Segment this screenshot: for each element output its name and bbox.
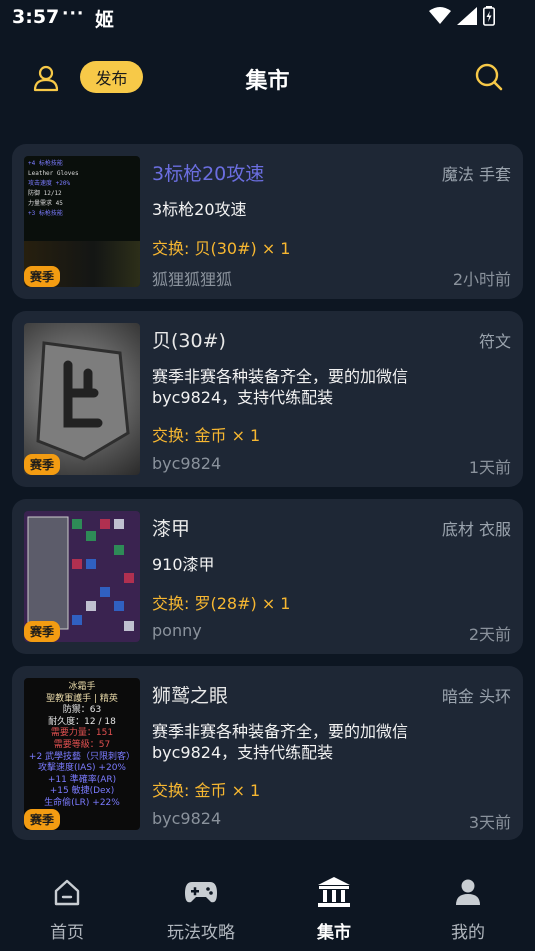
season-badge: 赛季	[24, 621, 61, 642]
rune-thumbnail	[24, 323, 140, 475]
listing-description: 3标枪20攻速	[152, 200, 247, 219]
tab-label: 首页	[50, 923, 84, 943]
listing-card[interactable]: +4 标枪技能 Leather Gloves 攻击速度 +20% 防御 12/1…	[12, 144, 523, 299]
listing-title: 漆甲	[152, 518, 191, 540]
bottom-tab-bar: 首页 玩法攻略 集市 我的	[0, 860, 535, 951]
thumb-line: 防禦：63	[62, 705, 102, 716]
gamepad-icon	[185, 882, 217, 903]
listing-time: 1天前	[468, 458, 511, 477]
home-icon	[54, 879, 80, 906]
listing-description: 910漆甲	[152, 555, 215, 574]
battery-icon	[483, 6, 495, 26]
tab-label: 我的	[451, 923, 485, 943]
listing-seller: byc9824	[152, 454, 222, 473]
listing-exchange: 交换: 贝(30#) × 1	[152, 239, 291, 258]
listing-category: 底材 衣服	[441, 520, 511, 539]
status-bar: 3:57 ··· 姬	[0, 0, 535, 36]
listing-exchange: 交换: 金币 × 1	[152, 781, 261, 800]
listing-description: 赛季非赛各种装备齐全，要的加微信byc9824，支持代练配装	[152, 722, 409, 762]
season-badge: 赛季	[24, 454, 61, 475]
listing-title: 3标枪20攻速	[152, 163, 265, 185]
thumb-line: +4 标枪技能	[28, 160, 63, 167]
thumb-line: 需要等級：57	[53, 739, 111, 750]
page-title: 集市	[245, 69, 290, 94]
tab-profile[interactable]: 我的	[413, 876, 523, 943]
status-time: 3:57	[12, 6, 60, 28]
wifi-icon	[429, 7, 451, 24]
thumb-line: 聖教軍護手 | 精英	[46, 693, 118, 704]
listing-category: 符文	[478, 332, 511, 351]
tab-home[interactable]: 首页	[12, 876, 122, 943]
thumb-line: 生命偷(LR) +22%	[44, 797, 120, 808]
listing-description: 赛季非赛各种装备齐全，要的加微信byc9824，支持代练配装	[152, 367, 409, 407]
thumb-line: 攻击速度 +20%	[28, 180, 71, 187]
season-badge: 赛季	[24, 266, 61, 287]
thumb-line: 冰霜手	[68, 682, 96, 692]
tab-market[interactable]: 集市	[279, 876, 389, 943]
thumb-line: +2 武學技藝（只限刺客）	[28, 751, 136, 762]
tab-guides[interactable]: 玩法攻略	[146, 876, 256, 943]
thumb-line: 力量需求 45	[28, 200, 63, 207]
listing-card[interactable]: 赛季 漆甲 底材 衣服 910漆甲 交换: 罗(28#) × 1 ponny 2…	[12, 499, 523, 654]
listing-title: 贝(30#)	[152, 330, 226, 352]
market-icon	[318, 877, 350, 907]
thumb-line: 防御 12/12	[28, 190, 62, 197]
listing-category: 暗金 头环	[441, 687, 511, 706]
profile-icon	[456, 879, 480, 905]
listing-time: 2天前	[468, 625, 511, 644]
tab-label: 玩法攻略	[167, 923, 235, 943]
listing-card[interactable]: 赛季 贝(30#) 符文 赛季非赛各种装备齐全，要的加微信byc9824，支持代…	[12, 311, 523, 487]
listing-exchange: 交换: 罗(28#) × 1	[152, 594, 291, 613]
listing-exchange: 交换: 金币 × 1	[152, 426, 261, 445]
listing-title: 狮鹫之眼	[152, 685, 229, 707]
signal-icon	[457, 7, 477, 25]
tab-label: 集市	[317, 923, 351, 943]
thumb-line: +11 準確率(AR)	[47, 774, 117, 785]
thumb-line: Leather Gloves	[28, 170, 79, 177]
listing-category: 魔法 手套	[441, 165, 511, 184]
thumb-line: +15 敏捷(Dex)	[49, 786, 115, 797]
season-badge: 赛季	[24, 809, 61, 830]
app-header: 发布 集市	[0, 52, 535, 104]
listing-seller: ponny	[152, 621, 202, 640]
listing-time: 2小时前	[452, 270, 511, 289]
listing-seller: byc9824	[152, 809, 222, 828]
app-notification-glyph: 姬	[95, 9, 115, 31]
thumb-line: 耐久度：12 / 18	[48, 716, 116, 727]
rune-symbol-icon	[36, 341, 130, 461]
search-icon[interactable]	[474, 62, 504, 92]
listing-card[interactable]: 冰霜手 聖教軍護手 | 精英 防禦：63 耐久度：12 / 18 需要力量：15…	[12, 666, 523, 840]
thumb-line: 攻擊速度(IAS) +20%	[38, 763, 126, 774]
listing-time: 3天前	[468, 813, 511, 832]
thumb-line: +3 标枪技能	[28, 210, 63, 217]
notification-dots: ···	[62, 4, 85, 24]
thumb-line: 需要力量：151	[50, 728, 114, 739]
listing-seller: 狐狸狐狸狐	[152, 270, 233, 289]
status-icons	[429, 6, 495, 26]
item-thumbnail: 冰霜手 聖教軍護手 | 精英 防禦：63 耐久度：12 / 18 需要力量：15…	[24, 678, 140, 830]
